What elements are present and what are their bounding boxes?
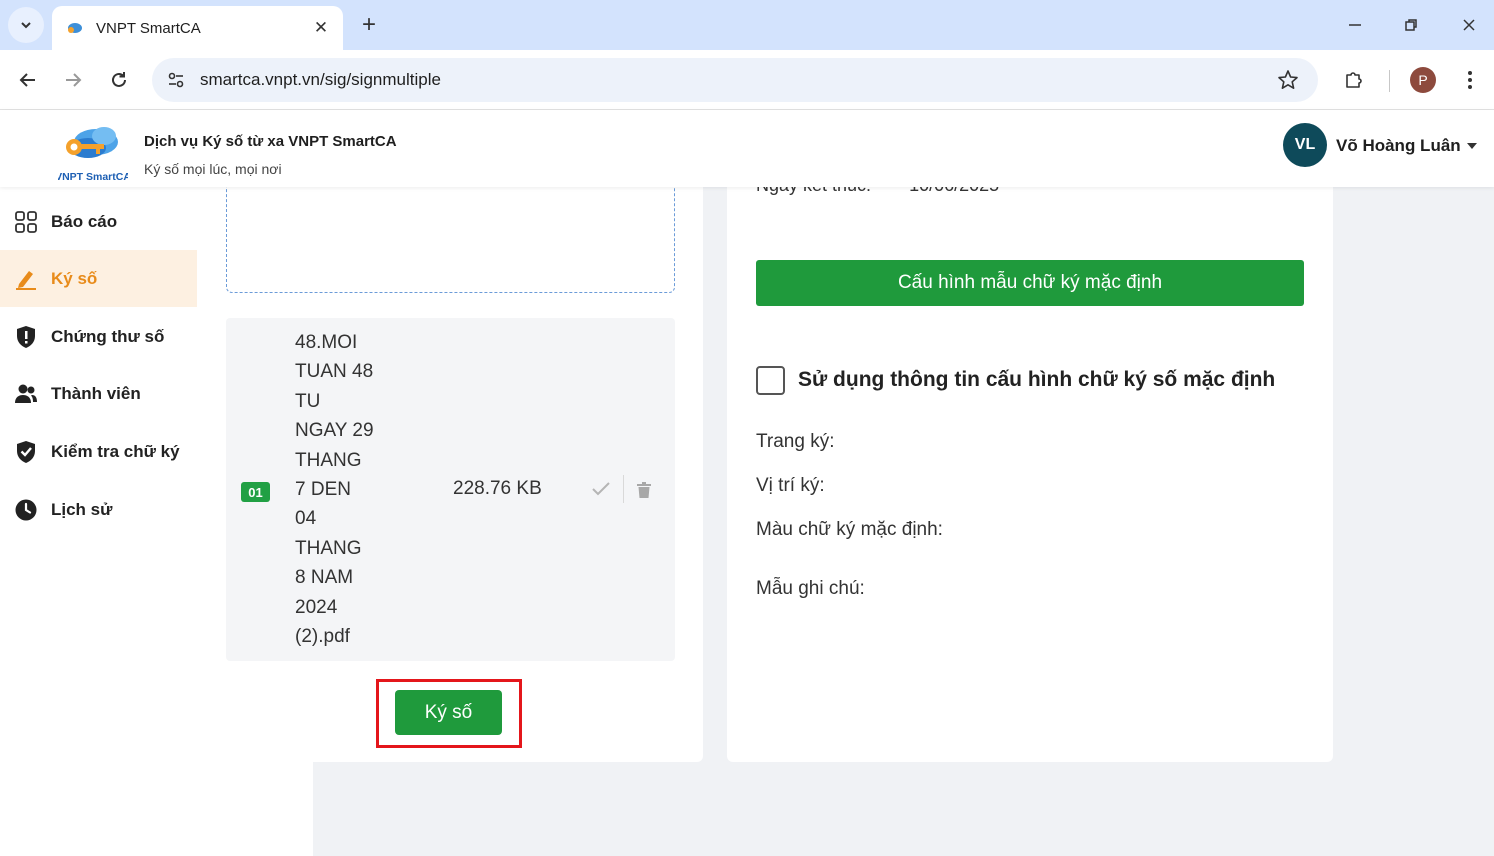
url-text[interactable]: smartca.vnpt.vn/sig/signmultiple	[200, 70, 1268, 90]
sidebar-item-label: Chứng thư số	[51, 326, 165, 346]
minimize-icon	[1349, 24, 1361, 26]
browser-tabstrip: VNPT SmartCA ✕ +	[0, 0, 1494, 50]
users-icon	[14, 382, 38, 406]
end-date-value: 10/06/2025	[909, 187, 999, 196]
pen-icon	[14, 267, 38, 291]
configure-default-signature-button[interactable]: Cấu hình mẫu chữ ký mặc định	[756, 260, 1304, 306]
action-divider	[623, 475, 624, 503]
sidebar-item-label: Báo cáo	[51, 211, 118, 231]
sidebar-item-chung-thu-so[interactable]: Chứng thư số	[0, 308, 197, 365]
sign-button[interactable]: Ký số	[395, 690, 502, 735]
back-button[interactable]	[10, 62, 46, 98]
restore-icon	[1405, 19, 1417, 31]
file-name: 48.MOI TUAN 48 TU NGAY 29 THANG 7 DEN 04…	[295, 328, 395, 651]
toolbar-separator	[1389, 70, 1390, 92]
arrow-right-icon	[66, 73, 82, 87]
tab-title: VNPT SmartCA	[96, 19, 201, 37]
file-name-line: TU	[295, 390, 321, 412]
file-row: 01 48.MOI TUAN 48 TU NGAY 29 THANG 7 DEN…	[226, 318, 675, 661]
arrow-left-icon	[19, 73, 35, 87]
browser-tab[interactable]: VNPT SmartCA ✕	[52, 6, 343, 50]
new-tab-button[interactable]: +	[354, 10, 384, 40]
default-color-label: Màu chữ ký mặc định:	[756, 519, 943, 540]
bookmark-star-icon[interactable]	[1268, 60, 1308, 100]
file-size: 228.76 KB	[453, 478, 542, 499]
signature-config-card: Ngày kết thúc: 10/06/2025 Cấu hình mẫu c…	[727, 187, 1333, 762]
file-name-line: 48.MOI	[295, 332, 358, 353]
file-name-line: NGAY 29	[295, 420, 374, 442]
brand-title: Dịch vụ Ký số từ xa VNPT SmartCA	[144, 133, 397, 150]
file-name-line: 04	[295, 508, 317, 530]
brand-subtitle: Ký số mọi lúc, mọi nơi	[144, 161, 282, 177]
browser-toolbar: smartca.vnpt.vn/sig/signmultiple P	[0, 50, 1494, 110]
reload-button[interactable]	[101, 62, 137, 98]
app-header: VNPT SmartCA Dịch vụ Ký số từ xa VNPT Sm…	[0, 110, 1494, 187]
tab-search-button[interactable]	[8, 7, 44, 43]
caret-down-icon	[1466, 143, 1477, 149]
file-name-line: (2).pdf	[295, 626, 350, 648]
sidebar-item-lich-su[interactable]: Lịch sử	[0, 481, 197, 538]
check-icon	[590, 478, 612, 500]
note-template-label: Mẫu ghi chú:	[756, 578, 865, 599]
user-name: Võ Hoàng Luân	[1336, 136, 1461, 155]
extensions-button[interactable]	[1336, 62, 1372, 98]
sidebar-item-ky-so[interactable]: Ký số	[0, 250, 197, 307]
sidebar-item-label: Lịch sử	[51, 499, 113, 519]
sidebar-item-bao-cao[interactable]: Báo cáo	[0, 193, 197, 250]
user-menu[interactable]: Võ Hoàng Luân	[1336, 136, 1477, 156]
use-default-config-checkbox[interactable]	[756, 366, 785, 395]
file-name-line: THANG	[295, 537, 362, 559]
file-dropzone[interactable]	[226, 187, 675, 293]
address-bar[interactable]: smartca.vnpt.vn/sig/signmultiple	[152, 58, 1318, 102]
site-info-icon[interactable]	[154, 58, 198, 102]
restore-button[interactable]	[1393, 8, 1429, 42]
tab-close-icon[interactable]: ✕	[311, 18, 331, 38]
shield-icon	[14, 325, 38, 349]
user-avatar[interactable]: VL	[1283, 123, 1327, 167]
forward-button[interactable]	[55, 62, 91, 98]
clock-icon	[14, 498, 38, 522]
sign-page-label: Trang ký:	[756, 431, 835, 452]
file-index-badge: 01	[241, 482, 270, 502]
sidebar-item-label: Kiểm tra chữ ký	[51, 441, 180, 461]
sidebar-item-label: Thành viên	[51, 383, 141, 403]
sign-position-label: Vị trí ký:	[756, 475, 825, 496]
reload-icon	[112, 72, 126, 87]
browser-menu-button[interactable]	[1452, 62, 1488, 98]
end-date-label: Ngày kết thúc:	[756, 187, 871, 196]
end-date-row: Ngày kết thúc: 10/06/2025	[756, 187, 999, 196]
profile-avatar: P	[1410, 67, 1436, 93]
minimize-button[interactable]	[1337, 8, 1373, 42]
chevron-down-icon	[21, 22, 31, 29]
shield-check-icon	[14, 440, 38, 464]
file-list-card: 01 48.MOI TUAN 48 TU NGAY 29 THANG 7 DEN…	[197, 187, 703, 762]
close-window-button[interactable]	[1451, 8, 1487, 42]
logo-text: VNPT SmartCA	[58, 171, 128, 182]
file-name-line: 8 NAM	[295, 567, 354, 589]
file-name-line: 7 DEN	[295, 479, 351, 501]
sidebar-item-kiem-tra-chu-ky[interactable]: Kiểm tra chữ ký	[0, 423, 197, 480]
more-vertical-icon	[1468, 71, 1472, 89]
profile-button[interactable]: P	[1405, 62, 1441, 98]
trash-icon[interactable]	[634, 479, 654, 501]
use-default-config-label[interactable]: Sử dụng thông tin cấu hình chữ ký số mặc…	[798, 368, 1275, 392]
file-name-line: TUAN 48	[295, 361, 374, 383]
file-name-line: THANG	[295, 449, 362, 471]
sidebar-item-thanh-vien[interactable]: Thành viên	[0, 365, 197, 422]
file-name-line: 2024	[295, 596, 338, 618]
grid-icon	[14, 210, 38, 234]
vnpt-smartca-logo[interactable]: VNPT SmartCA	[55, 120, 131, 183]
puzzle-icon	[1346, 72, 1362, 88]
cloud-favicon-icon	[68, 23, 82, 33]
close-icon	[1463, 19, 1475, 31]
sidebar-item-label: Ký số	[51, 268, 98, 288]
